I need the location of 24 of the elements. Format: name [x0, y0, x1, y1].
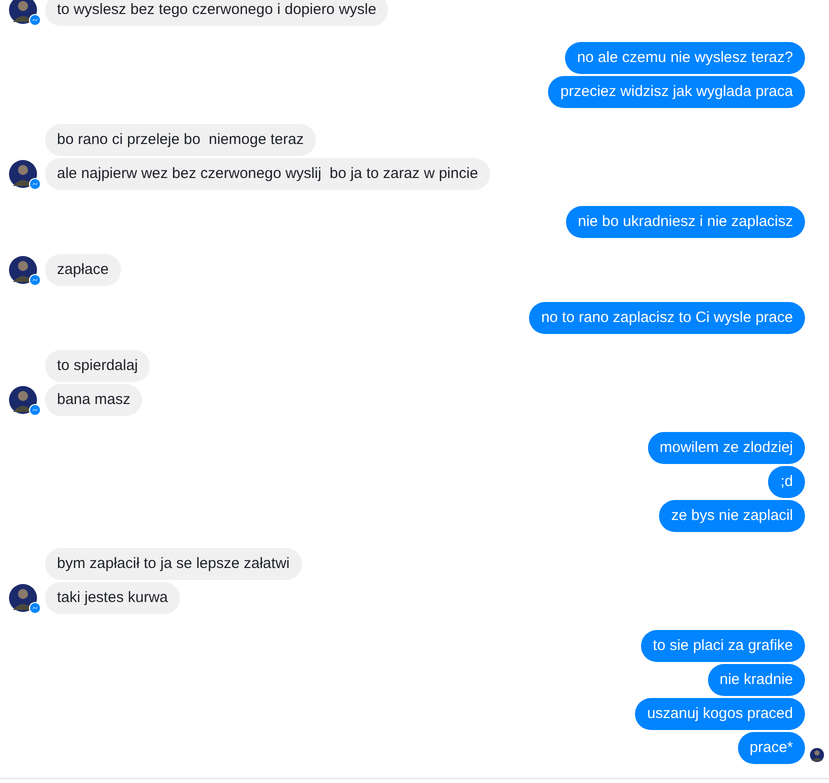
message-bubble: nie kradnie — [708, 664, 805, 696]
messenger-badge-icon — [29, 14, 41, 26]
message-bubble: zapłace — [45, 254, 121, 286]
message-bubble: bym zapłacił to ja se lepsze załatwi — [45, 548, 302, 580]
message-bubble: bo rano ci przeleje bo niemoge teraz — [45, 124, 316, 156]
message-bubble: nie bo ukradniesz i nie zaplacisz — [566, 206, 805, 238]
message-bubble: ;d — [768, 466, 805, 498]
message-bubble: taki jestes kurwa — [45, 582, 180, 614]
message-bubble: przeciez widzisz jak wyglada praca — [548, 76, 805, 108]
message-bubble: ze bys nie zaplacil — [659, 500, 805, 532]
message-bubble: ale najpierw wez bez czerwonego wyslij bo ja to zaraz w pincie — [45, 158, 490, 190]
message-bubble: to sie placi za grafike — [640, 630, 805, 662]
message-bubble: prace* — [738, 732, 805, 764]
messenger-badge-icon — [29, 274, 41, 286]
message-bubble: uszanuj kogos praced — [635, 698, 805, 730]
message-bubble: to wyslesz bez tego czerwonego i dopiero wysle — [45, 0, 388, 26]
message-bubble: mowilem ze zlodziej — [648, 432, 805, 464]
message-bubble: no ale czemu nie wyslesz teraz? — [565, 42, 805, 74]
message-bubble: no to rano zaplacisz to Ci wysle prace — [529, 302, 805, 334]
message-bubble: bana masz — [45, 384, 142, 416]
messenger-badge-icon — [29, 404, 41, 416]
messenger-badge-icon — [29, 178, 41, 190]
message-bubble: to spierdalaj — [45, 350, 150, 382]
messenger-badge-icon — [29, 602, 41, 614]
